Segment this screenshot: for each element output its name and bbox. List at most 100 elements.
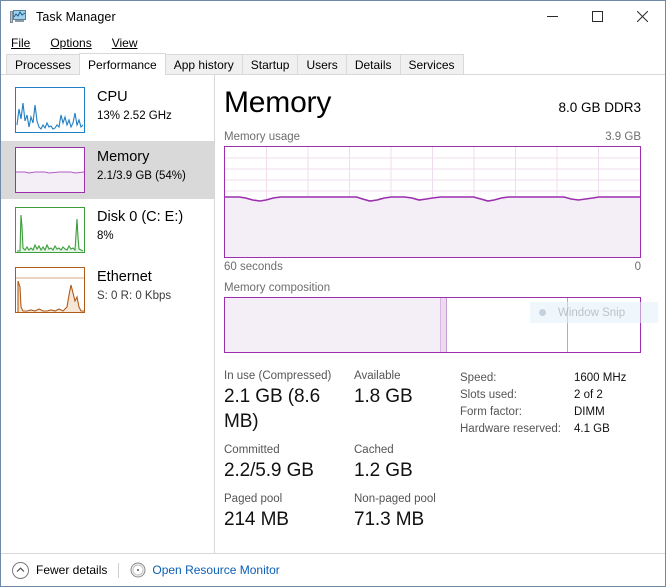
stat-paged-pool-value: 214 MB: [224, 509, 289, 530]
usage-graph-axis: 60 seconds 0: [224, 261, 641, 273]
menu-options-label: Options: [50, 35, 92, 50]
usage-graph-caption: Memory usage 3.9 GB: [224, 131, 641, 143]
sidebar-item-ethernet[interactable]: Ethernet S: 0 R: 0 Kbps: [1, 261, 215, 319]
title-bar: Task Manager: [1, 1, 665, 32]
resource-list: CPU 13% 2.52 GHz Memory 2.1/3.9 GB (54%): [1, 75, 215, 574]
stat-row-pools: Paged pool 214 MB Non-paged pool 71.3 MB: [224, 492, 460, 532]
sidebar-item-disk-detail: 8%: [97, 230, 114, 242]
detail-speed-key: Speed:: [460, 372, 497, 384]
content-area: CPU 13% 2.52 GHz Memory 2.1/3.9 GB (54%): [1, 75, 665, 574]
detail-slots-used: Slots used: 2 of 2: [460, 387, 641, 404]
tab-processes[interactable]: Processes: [6, 54, 81, 75]
memory-usage-graph: [224, 146, 641, 258]
menu-options[interactable]: Options: [48, 35, 100, 51]
menu-view-label: View: [111, 35, 138, 50]
stat-non-paged-pool: Non-paged pool 71.3 MB: [354, 492, 436, 532]
stat-non-paged-pool-label: Non-paged pool: [354, 493, 436, 505]
footer-divider: [118, 562, 120, 578]
chevron-up-icon: [12, 561, 29, 579]
menu-file-label: File: [11, 35, 31, 50]
window-controls: [530, 1, 665, 32]
stat-available: Available 1.8 GB: [354, 369, 413, 434]
memory-hardware-details: Speed: 1600 MHz Slots used: 2 of 2 Form …: [460, 369, 641, 541]
detail-form-factor-value: DIMM: [574, 406, 605, 418]
cpu-mini-graph: [15, 87, 85, 133]
detail-slots-used-value: 2 of 2: [574, 389, 603, 401]
stat-paged-pool-label: Paged pool: [224, 493, 283, 505]
menu-view[interactable]: View: [110, 35, 147, 51]
stat-cached: Cached 1.2 GB: [354, 443, 413, 483]
stat-available-value: 1.8 GB: [354, 386, 413, 407]
stat-row-in-use: In use (Compressed) 2.1 GB (8.6 MB) Avai…: [224, 369, 460, 434]
sidebar-item-ethernet-name: Ethernet: [97, 269, 152, 285]
sidebar-item-memory-detail: 2.1/3.9 GB (54%): [97, 170, 186, 182]
memory-composition-bar[interactable]: Window Snip: [224, 297, 658, 353]
task-manager-window: Task Manager File Options View Processes…: [0, 0, 666, 587]
detail-form-factor-key: Form factor:: [460, 406, 522, 418]
stat-cached-value: 1.2 GB: [354, 460, 413, 481]
usage-graph-label: Memory usage: [224, 131, 301, 143]
sidebar-item-cpu-name: CPU: [97, 89, 128, 105]
memory-hardware-summary: 8.0 GB DDR3: [558, 100, 641, 115]
tab-bar: Processes Performance App history Startu…: [1, 53, 665, 75]
detail-hardware-reserved: Hardware reserved: 4.1 GB: [460, 421, 641, 438]
usage-graph-area: [225, 197, 640, 257]
stat-in-use: In use (Compressed) 2.1 GB (8.6 MB): [224, 369, 354, 434]
composition-segment-in-use: [225, 298, 441, 352]
detail-hardware-reserved-key: Hardware reserved:: [460, 423, 561, 435]
sidebar-item-ethernet-detail: S: 0 R: 0 Kbps: [97, 290, 172, 302]
memory-stats-primary: In use (Compressed) 2.1 GB (8.6 MB) Avai…: [224, 369, 460, 541]
maximize-button[interactable]: [575, 1, 620, 32]
status-bar: Fewer details Open Resource Monitor: [1, 553, 665, 586]
sidebar-item-memory[interactable]: Memory 2.1/3.9 GB (54%): [1, 141, 215, 199]
disk-mini-graph: [15, 207, 85, 253]
tab-details[interactable]: Details: [345, 54, 401, 75]
composition-segment-free: [567, 298, 640, 352]
sidebar-item-cpu-detail: 13% 2.52 GHz: [97, 110, 172, 122]
usage-graph-plot: [225, 147, 640, 257]
composition-caption: Memory composition: [224, 282, 331, 294]
stat-available-label: Available: [354, 370, 401, 382]
detail-hardware-reserved-value: 4.1 GB: [574, 423, 610, 435]
tab-performance[interactable]: Performance: [79, 53, 166, 75]
axis-label-left: 60 seconds: [224, 261, 283, 273]
panel-header: Memory 8.0 GB DDR3: [224, 85, 641, 121]
tab-services[interactable]: Services: [399, 54, 464, 75]
menu-bar: File Options View: [1, 32, 665, 53]
sidebar-item-disk-name: Disk 0 (C: E:): [97, 209, 184, 225]
memory-stats: In use (Compressed) 2.1 GB (8.6 MB) Avai…: [224, 369, 641, 541]
composition-segment-standby: [447, 298, 568, 352]
open-resource-monitor-link[interactable]: Open Resource Monitor: [130, 562, 280, 578]
ethernet-mini-graph: [15, 267, 85, 313]
sidebar-item-cpu[interactable]: CPU 13% 2.52 GHz: [1, 81, 215, 139]
window-title: Task Manager: [36, 9, 116, 24]
stat-committed-value: 2.2/5.9 GB: [224, 460, 314, 481]
sidebar-item-disk[interactable]: Disk 0 (C: E:) 8%: [1, 201, 215, 259]
usage-graph-max: 3.9 GB: [605, 131, 641, 143]
detail-slots-used-key: Slots used:: [460, 389, 517, 401]
stat-in-use-label: In use (Compressed): [224, 370, 332, 382]
stat-committed: Committed 2.2/5.9 GB: [224, 443, 354, 483]
menu-file[interactable]: File: [9, 35, 39, 51]
detail-speed: Speed: 1600 MHz: [460, 370, 641, 387]
memory-panel: Memory 8.0 GB DDR3 Memory usage 3.9 GB 6…: [215, 75, 665, 574]
tab-startup[interactable]: Startup: [241, 54, 299, 75]
detail-speed-value: 1600 MHz: [574, 372, 627, 384]
icon-chart-line: [13, 10, 26, 17]
stat-row-committed: Committed 2.2/5.9 GB Cached 1.2 GB: [224, 443, 460, 483]
task-manager-icon: [10, 9, 27, 25]
stat-paged-pool: Paged pool 214 MB: [224, 492, 354, 532]
fewer-details-button[interactable]: Fewer details: [12, 561, 108, 579]
axis-label-right: 0: [634, 261, 641, 273]
composition-segment-modified: [440, 298, 448, 352]
stat-non-paged-pool-value: 71.3 MB: [354, 509, 425, 530]
stat-cached-label: Cached: [354, 444, 394, 456]
minimize-button[interactable]: [530, 1, 575, 32]
tab-app-history[interactable]: App history: [164, 54, 243, 75]
tab-users[interactable]: Users: [297, 54, 347, 75]
stat-in-use-value: 2.1 GB (8.6 MB): [224, 386, 321, 432]
stat-committed-label: Committed: [224, 444, 280, 456]
fewer-details-label: Fewer details: [36, 563, 108, 577]
page-title: Memory: [224, 86, 332, 119]
close-button[interactable]: [620, 1, 665, 32]
